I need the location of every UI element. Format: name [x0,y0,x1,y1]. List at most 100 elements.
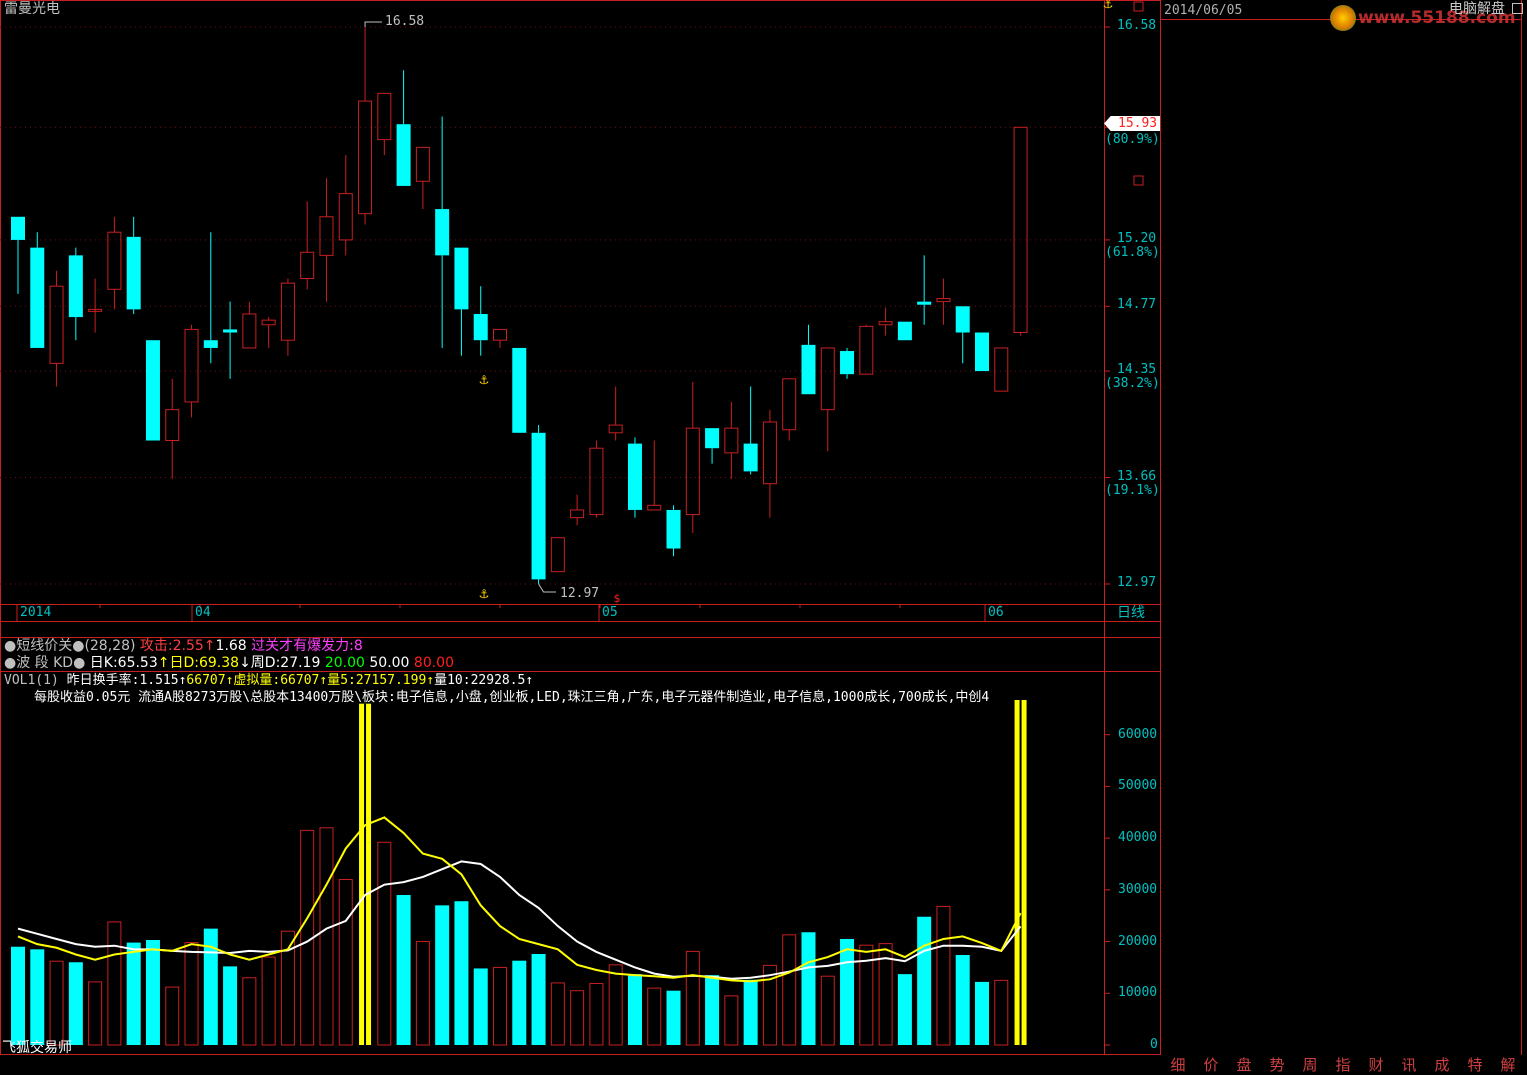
current-price-label: 15.93 [1118,116,1158,131]
volume-bar-up [782,934,797,1046]
bottom-tab[interactable]: 周 [1294,1055,1326,1075]
candle-body-down [126,236,141,310]
indicator2-name[interactable]: 波 段 KD [16,655,73,671]
arrow-up-icon: ↑ [157,655,170,671]
date-display: 2014/06/05 [1164,3,1243,18]
arrow-down-icon: ↓ [239,655,251,671]
bottom-tab[interactable]: 细 [1162,1055,1194,1075]
candle-body-up [358,100,373,215]
volume-bar-down [11,946,25,1045]
candle-body-up [550,537,565,573]
price-tick-label: 14.77 [1117,297,1157,313]
footer-label: 飞狐交易师 [2,1040,72,1056]
candle-body-down [897,321,912,341]
checkbox-icon [1133,1,1144,12]
bottom-tab[interactable]: 盘 [1228,1055,1260,1075]
volume-tick-label: 10000 [1118,985,1158,1001]
arrow-up-icon: ↑ [525,673,534,688]
low-price-label: 12.97 [560,586,600,601]
volume-turnover: 昨日换手率:1.515 [66,673,179,688]
volume-bar-up [493,966,507,1046]
stock-info: 每股收益0.05元 流通A股8273万股\总股本13400万股\板块:电子信息,… [34,690,990,705]
indicator-dot-icon: ● [73,655,86,671]
indicator2-daily-d: 日D:69.38 [169,655,240,671]
candle-body-down [743,443,758,472]
volume-bar-down [435,905,450,1045]
volume-bar-up [49,960,64,1046]
bottom-tab[interactable]: 价 [1195,1055,1227,1075]
candle-body-up [338,193,353,241]
indicator-dot-icon: ● [4,638,17,654]
volume-bar-down [473,968,488,1045]
chart-svg: ⚓ ⚓ ⚓ $ [0,0,1522,1055]
high-price-label: 16.58 [385,14,425,29]
volume-ma10: 量10:22928.5 [434,673,526,688]
volume-bar-down [801,932,816,1045]
bottom-tab[interactable]: 解 [1492,1055,1524,1075]
volume-bar-down [512,960,527,1045]
candle-body-up [107,231,122,290]
volume-bar-up [820,975,835,1046]
candle-body-down [68,255,83,318]
indicator1-name[interactable]: 短线价关 [16,638,72,654]
dollar-icon: $ [614,592,621,605]
bottom-tab[interactable]: 特 [1459,1055,1491,1075]
anchor-icon: ⚓ [479,587,490,601]
volume-bar-down [126,942,141,1045]
volume-bar-up [107,921,122,1046]
candle-body-down [473,313,488,341]
candle-body-up [165,409,180,442]
price-pct-label: (80.9%) [1105,132,1160,148]
stock-name: 雷曼光电 [4,1,60,17]
date-tick-label: 05 [602,605,618,620]
candle-body-up [994,347,1009,392]
volume-bar-up [184,942,199,1046]
volume-title[interactable]: VOL1(1) [4,673,59,688]
bottom-tab[interactable]: 讯 [1393,1055,1425,1075]
period-label[interactable]: 日线 [1117,605,1145,621]
volume-bar-down [897,974,912,1045]
candle-body-up [782,378,797,431]
candle-body-up [685,427,700,516]
candle-body-down [627,443,642,510]
volume-bar-up [415,941,430,1046]
volume-bar-down [396,895,411,1045]
indicator-dot-icon: ● [4,655,17,671]
candle-body-down [435,209,450,256]
volume-bar-up [338,879,353,1046]
volume-bar-up [242,977,257,1046]
indicator1-params: (28,28) [84,638,136,654]
bottom-tab[interactable]: 势 [1261,1055,1293,1075]
window-icon[interactable] [1512,3,1523,14]
candle-body-up [608,424,623,434]
candle-body-up [820,347,835,411]
date-tick-label: 2014 [20,605,52,620]
volume-bar-down [666,990,681,1045]
volume-bar-up [550,982,565,1046]
price-pct-label: (19.1%) [1105,482,1160,498]
candle-body-up [184,328,199,403]
candle-body-up [280,282,295,341]
volume-bar-up [570,990,585,1046]
candle-body-up [300,251,315,279]
candle-body-up [570,509,585,519]
right-panel-title[interactable]: 电脑解盘 [1449,1,1505,17]
volume-value: 66707 [186,673,226,688]
candle-body-up [1013,126,1028,334]
volume-tick-label: 40000 [1118,830,1158,846]
volume-ma5-line [17,816,1022,983]
high-leader-line [364,21,382,27]
bottom-tab[interactable]: 指 [1327,1055,1359,1075]
candle-body-up [261,319,276,326]
volume-bar-down [454,901,469,1045]
bottom-tab[interactable]: 成 [1426,1055,1458,1075]
candle-body-down [454,247,469,310]
volume-bar-down [705,975,720,1045]
volume-bar-up [319,827,334,1046]
candle-body-down [666,509,681,549]
volume-virtual: 虚拟量:66707 [233,673,320,688]
bottom-tab[interactable]: 财 [1360,1055,1392,1075]
candle-body-up [859,325,874,375]
candle-body-down [512,347,527,433]
price-tick-label: 12.97 [1117,575,1157,590]
